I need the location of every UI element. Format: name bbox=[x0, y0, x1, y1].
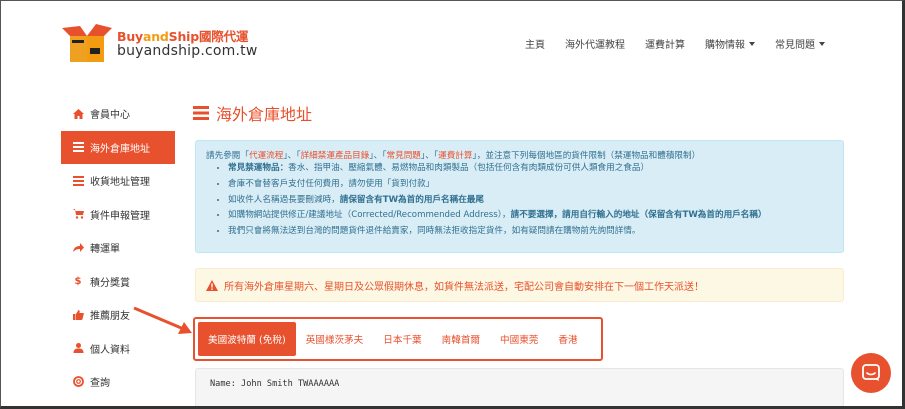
nav-tutorial[interactable]: 海外代運教程 bbox=[565, 36, 625, 51]
site-logo[interactable]: BuyandShip國際代運 buyandship.com.tw bbox=[60, 16, 257, 66]
site-header: BuyandShip國際代運 buyandship.com.tw 主頁 海外代運… bbox=[0, 0, 905, 82]
sidebar-item-inquiry[interactable]: 查詢 bbox=[61, 365, 175, 399]
address-list-icon bbox=[72, 175, 84, 187]
link-shipping-process[interactable]: 代運流程 bbox=[249, 151, 283, 161]
page-title: 海外倉庫地址 bbox=[193, 101, 312, 125]
warehouse-tabs: 美國波特蘭 (免稅) 英國様茨茅夫 日本千葉 南韓首爾 中國東莞 香港 bbox=[198, 322, 588, 356]
holiday-warning-box: 所有海外倉庫星期六、星期日及公眾假期休息，如貨件無法派送，宅配公司會自動安排在下… bbox=[195, 268, 844, 302]
share-icon bbox=[72, 242, 84, 254]
sidebar-item-address-management[interactable]: 收貨地址管理 bbox=[61, 164, 175, 198]
annotation-arrow-icon bbox=[133, 306, 192, 334]
dollar-icon: $ bbox=[74, 275, 82, 287]
sidebar-item-member-center[interactable]: 會員中心 bbox=[61, 97, 175, 131]
nav-shopping-info[interactable]: 購物情報 bbox=[705, 36, 755, 51]
info-lead-text: 請先參閱「代運流程」、「詳細禁運產品目錄」、「常見問題」、「運費計算」，並注意下… bbox=[206, 151, 701, 161]
list-item: 如購物網站提供修正/建議地址（Corrected/Recommended Add… bbox=[228, 210, 833, 226]
sidebar-item-forwarding-order[interactable]: 轉運單 bbox=[61, 231, 175, 265]
list-item: 常見禁運物品：香水、指甲油、壓縮氣體、易燃物品和肉類製品（包括任何含有肉類成份可… bbox=[228, 163, 833, 179]
warning-icon bbox=[206, 279, 218, 291]
cart-icon bbox=[72, 208, 84, 220]
thumbs-up-icon bbox=[72, 309, 84, 321]
sidebar-item-rewards[interactable]: $ 積分獎賞 bbox=[61, 265, 175, 299]
list-item: 倉庫不會替客戶支付任何費用，請勿使用「貨到付款」 bbox=[228, 179, 833, 195]
warehouse-address-box: Name: John Smith TWAAAAAA bbox=[195, 368, 844, 409]
home-icon bbox=[72, 108, 84, 120]
chat-support-button[interactable] bbox=[851, 353, 891, 393]
list-icon bbox=[193, 106, 209, 120]
caret-down-icon bbox=[749, 41, 755, 46]
link-faq[interactable]: 常見問題 bbox=[387, 151, 421, 161]
nav-home[interactable]: 主頁 bbox=[525, 36, 545, 51]
nav-faq[interactable]: 常見問題 bbox=[775, 36, 825, 51]
list-item: 我們只會將無法送到台灣的問題貨件退件給賣家，同時無法拒收指定貨件，如有疑問請在購… bbox=[228, 226, 833, 242]
tab-japan-chiba[interactable]: 日本千葉 bbox=[373, 322, 431, 356]
tab-hong-kong[interactable]: 香港 bbox=[548, 322, 587, 356]
restrictions-info-box: 請先參閱「代運流程」、「詳細禁運產品目錄」、「常見問題」、「運費計算」，並注意下… bbox=[195, 140, 844, 253]
tab-korea-seoul[interactable]: 南韓首爾 bbox=[432, 322, 490, 356]
chat-icon bbox=[862, 364, 880, 381]
main-nav: 主頁 海外代運教程 運費計算 購物情報 常見問題 bbox=[505, 36, 825, 51]
link-fee-calculator[interactable]: 運費計算 bbox=[438, 151, 472, 161]
restriction-list: 常見禁運物品：香水、指甲油、壓縮氣體、易燃物品和肉類製品（包括任何含有肉類成份可… bbox=[228, 163, 833, 241]
lifebuoy-icon bbox=[72, 376, 84, 388]
tab-usa-portland[interactable]: 美國波特蘭 (免稅) bbox=[198, 322, 296, 356]
nav-shipping-calculator[interactable]: 運費計算 bbox=[645, 36, 685, 51]
tab-uk[interactable]: 英國様茨茅夫 bbox=[296, 322, 374, 356]
tab-china-dongguan[interactable]: 中國東莞 bbox=[490, 322, 548, 356]
sidebar-item-declaration[interactable]: 貨件申報管理 bbox=[61, 198, 175, 232]
warehouse-tabs-highlight: 美國波特蘭 (免稅) 英國様茨茅夫 日本千葉 南韓首爾 中國東莞 香港 bbox=[193, 317, 603, 361]
brand-domain: buyandship.com.tw bbox=[117, 43, 258, 59]
member-sidebar: 會員中心 海外倉庫地址 收貨地址管理 貨件申報管理 轉運單 $ 積分獎賞 推薦朋… bbox=[61, 97, 175, 399]
box-logo-icon bbox=[62, 24, 112, 62]
address-name-line: Name: John Smith TWAAAAAA bbox=[210, 379, 340, 389]
user-icon bbox=[72, 342, 84, 354]
list-icon bbox=[72, 141, 84, 153]
link-prohibited-items[interactable]: 詳細禁運產品目錄 bbox=[301, 151, 370, 161]
sidebar-item-overseas-warehouse[interactable]: 海外倉庫地址 bbox=[61, 130, 175, 164]
list-item: 如收件人名稱過長要刪減時，請保留含有TW為首的用戶名稱在最尾 bbox=[228, 195, 833, 211]
caret-down-icon bbox=[819, 41, 825, 46]
